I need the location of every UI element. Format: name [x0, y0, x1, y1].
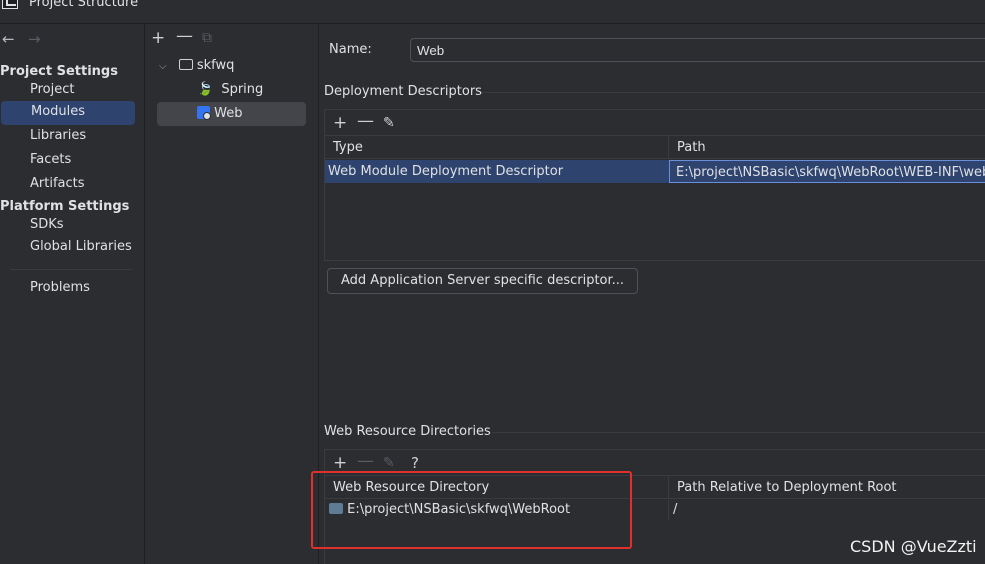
module-tree-pane: + — ⧉ ⌵ skfwq 🍃 Spring Web [145, 24, 319, 564]
add-module-icon[interactable]: + [151, 30, 165, 47]
web-facet-icon [197, 106, 211, 120]
add-descriptor-icon[interactable]: + [333, 115, 347, 132]
edit-descriptor-icon[interactable]: ✎ [383, 115, 395, 131]
help-icon[interactable]: ? [411, 455, 419, 471]
module-folder-icon [178, 59, 193, 70]
sidebar-item-project[interactable]: Project [0, 79, 145, 103]
tree-node-spring-label: Spring [221, 82, 264, 97]
sidebar-item-problems[interactable]: Problems [0, 277, 145, 301]
tree-node-root[interactable]: ⌵ skfwq [159, 54, 314, 78]
project-settings-heading: Project Settings [0, 64, 118, 79]
sidebar-divider [10, 269, 132, 270]
add-server-descriptor-button[interactable]: Add Application Server specific descript… [327, 268, 639, 294]
remove-descriptor-icon[interactable]: — [357, 113, 374, 130]
column-header-relative-path[interactable]: Path Relative to Deployment Root [669, 476, 985, 498]
copy-module-icon[interactable]: ⧉ [202, 30, 212, 46]
descriptor-path-cell[interactable]: E:\project\NSBasic\skfwq\WebRoot\WEB-INF… [669, 160, 985, 183]
deployment-descriptors-title: Deployment Descriptors [324, 84, 482, 99]
name-label: Name: [329, 42, 372, 57]
sidebar-item-global-libraries[interactable]: Global Libraries [0, 236, 145, 260]
remove-directory-icon[interactable]: — [357, 453, 374, 470]
chevron-down-icon[interactable]: ⌵ [159, 61, 167, 72]
tree-node-web[interactable]: Web [157, 102, 306, 126]
watermark-text: CSDN @VueZzti [850, 537, 977, 556]
platform-settings-heading: Platform Settings [0, 199, 130, 214]
spring-leaf-icon: 🍃 [197, 82, 214, 97]
window-title: Project Structure [29, 0, 139, 10]
forward-arrow-icon[interactable]: → [28, 30, 41, 48]
sidebar-item-facets[interactable]: Facets [0, 149, 145, 173]
edit-directory-icon[interactable]: ✎ [383, 455, 395, 471]
descriptor-type-cell: Web Module Deployment Descriptor [328, 164, 564, 179]
sidebar-item-libraries[interactable]: Libraries [0, 125, 145, 149]
highlight-annotation-box [311, 471, 632, 549]
title-bar: Project Structure [0, 0, 985, 24]
deployment-descriptors-panel: + — ✎ Type Path Web Module Deployment De… [324, 109, 985, 261]
descriptor-table-header: Type Path [325, 135, 985, 159]
column-header-path[interactable]: Path [669, 136, 985, 158]
app-logo-icon [2, 0, 18, 9]
sidebar-item-modules[interactable]: Modules [1, 101, 135, 125]
settings-sidebar: ← → Project Settings Project Modules Lib… [0, 24, 145, 564]
group-separator [482, 92, 985, 93]
relative-path-cell: / [673, 502, 678, 517]
table-row[interactable]: Web Module Deployment Descriptor E:\proj… [325, 160, 985, 183]
back-arrow-icon[interactable]: ← [2, 30, 15, 48]
web-resource-directories-title: Web Resource Directories [324, 424, 491, 439]
tree-node-web-label: Web [214, 106, 243, 121]
sidebar-item-sdks[interactable]: SDKs [0, 214, 145, 238]
tree-node-spring[interactable]: 🍃 Spring [197, 78, 314, 102]
sidebar-item-artifacts[interactable]: Artifacts [0, 173, 145, 197]
remove-module-icon[interactable]: — [176, 28, 193, 45]
tree-node-root-label: skfwq [196, 58, 235, 73]
name-field[interactable] [410, 38, 985, 62]
column-header-type[interactable]: Type [325, 136, 669, 158]
group-separator [492, 432, 985, 433]
add-directory-icon[interactable]: + [333, 455, 347, 472]
